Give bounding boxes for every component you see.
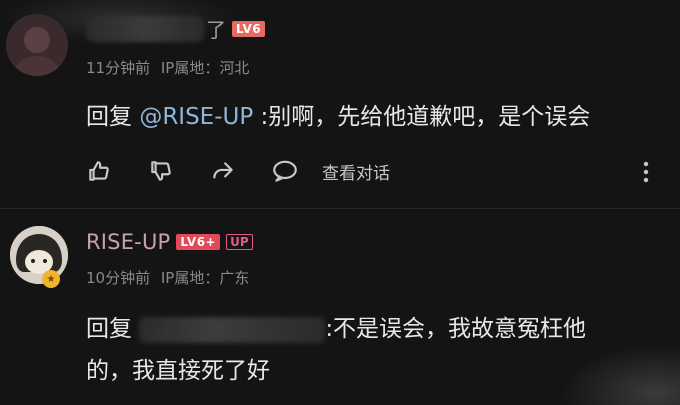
comment-2-meta: 10分钟前 IP属地：广东 (86, 267, 249, 288)
avatar-badge-icon: ★ (42, 270, 60, 288)
blurred-mention (139, 316, 326, 343)
reply-prefix: 回复 (86, 316, 140, 342)
level-badge: LV6+ (176, 234, 221, 250)
up-badge: UP (226, 234, 253, 250)
reply-text-line-1: :不是误会，我故意冤枉他 (325, 316, 587, 342)
corner-glare (560, 345, 680, 405)
username[interactable]: RISE-UP (86, 230, 170, 254)
comment-2-name-row: RISE-UP LV6+ UP (86, 230, 253, 254)
ip-location: IP属地：广东 (160, 269, 250, 287)
timestamp: 10分钟前 (86, 269, 151, 287)
